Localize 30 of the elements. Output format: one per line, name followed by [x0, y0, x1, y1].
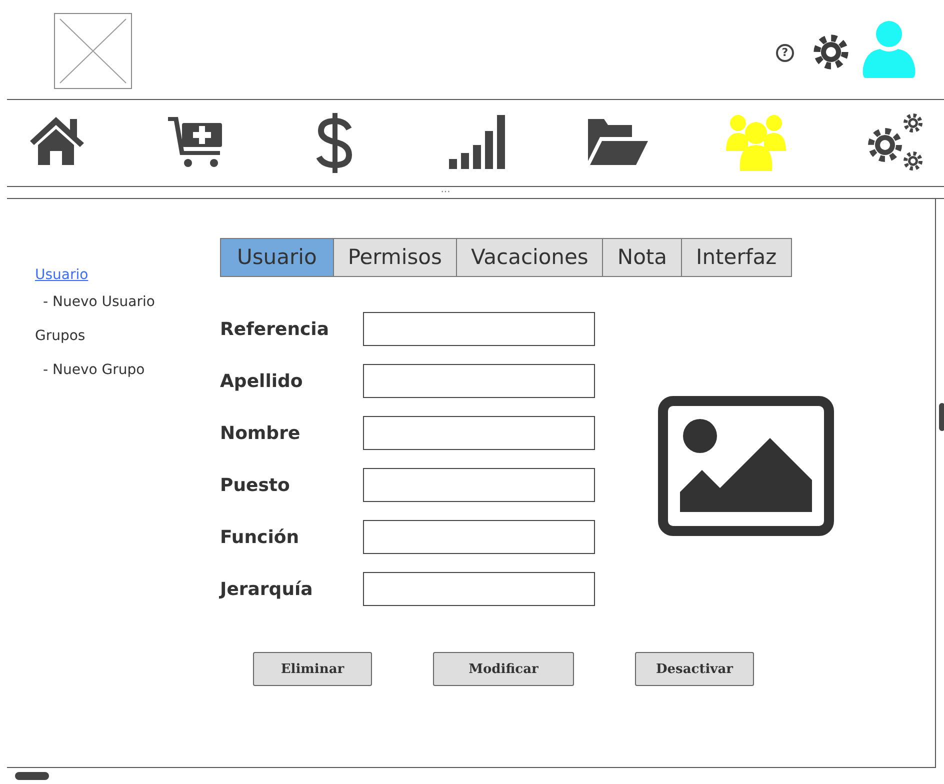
sidebar-item[interactable]: - Nuevo Grupo [35, 362, 192, 379]
tab[interactable]: Interfaz [681, 239, 791, 276]
image-placeholder-icon [54, 13, 132, 89]
help-icon[interactable]: ? [776, 44, 794, 62]
tab[interactable]: Permisos [332, 239, 456, 276]
sidebar-item[interactable]: Grupos [35, 328, 192, 345]
settings-icon[interactable] [812, 33, 850, 71]
image-icon [658, 396, 834, 536]
input-field[interactable] [363, 364, 595, 398]
input-field[interactable] [363, 312, 595, 346]
field-label: Puesto [220, 474, 291, 496]
input-field[interactable] [363, 520, 595, 554]
tab[interactable]: Nota [602, 239, 682, 276]
input-field[interactable] [363, 468, 595, 502]
field-label: Función [220, 526, 300, 548]
action-button[interactable]: Desactivar [635, 652, 754, 686]
input-field[interactable] [363, 572, 595, 606]
action-button[interactable]: Eliminar [253, 652, 372, 686]
tab[interactable]: Vacaciones [456, 239, 602, 276]
input-field[interactable] [363, 416, 595, 450]
resize-grip[interactable]: ··· [440, 188, 450, 198]
tab[interactable]: Usuario [221, 239, 333, 276]
sidebar-link[interactable]: Usuario [35, 267, 192, 284]
vertical-scrollbar[interactable] [935, 199, 944, 767]
field-label: Referencia [220, 318, 330, 340]
field-label: Nombre [220, 422, 302, 444]
field-label: Apellido [220, 370, 304, 392]
action-button[interactable]: Modificar [433, 652, 574, 686]
field-label: Jerarquía [220, 578, 314, 600]
sidebar-item[interactable]: - Nuevo Usuario [35, 294, 192, 311]
